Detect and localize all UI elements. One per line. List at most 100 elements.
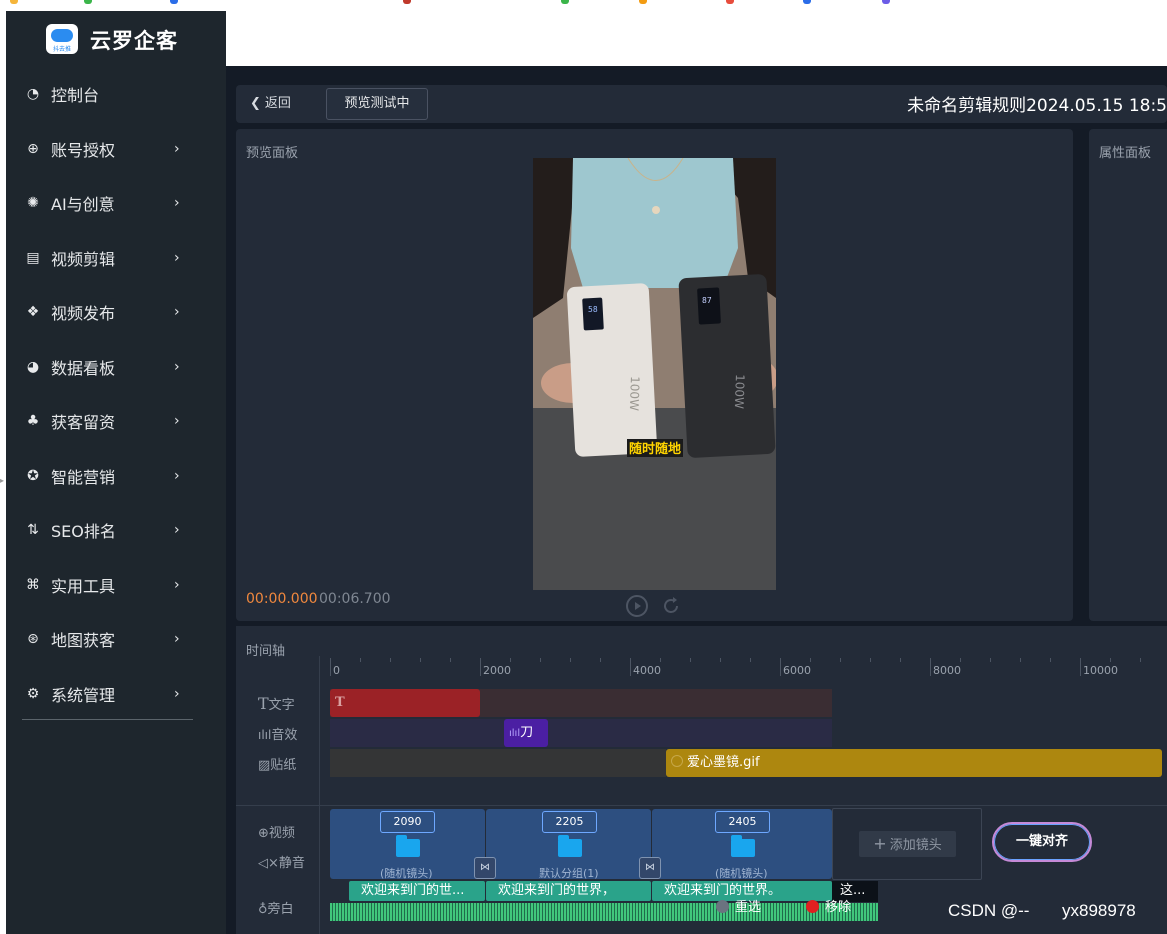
plus-icon: + — [873, 834, 887, 853]
chevron-right-icon: › — [174, 522, 180, 539]
replay-icon[interactable] — [660, 595, 682, 617]
clip-id-badge: 2090 — [380, 811, 435, 833]
bookmark-icon[interactable] — [882, 0, 890, 4]
audio-bars-icon: ılıl — [258, 728, 272, 742]
narration-waveform[interactable] — [330, 903, 878, 921]
sticker-segment-label: 爱心墨镜.gif — [687, 755, 760, 770]
app-root: ▸ 抖去推 云罗企客 ◔ 控制台 ⊕ 账号授权 › ✺ AI与创意 › ▤ 视频剪辑 › ❖ 视频发布 ›… — [0, 0, 1167, 934]
chevron-right-icon: › — [174, 249, 180, 266]
sidebar-item-9[interactable]: ⌘ 实用工具 › — [6, 558, 226, 613]
video-clip[interactable]: 2405 (随机镜头) — [652, 809, 832, 880]
ruler-label: 2000 — [483, 664, 511, 677]
sidebar-item-4[interactable]: ❖ 视频发布 › — [6, 285, 226, 340]
text-segment[interactable]: T — [330, 689, 480, 717]
preview-panel: 预览面板 58 87 100W 100W 随时随地 00:00.000 00:0… — [236, 129, 1073, 621]
ruler-major-tick — [480, 658, 481, 676]
transition-icon[interactable]: ⋈ — [474, 857, 496, 879]
sidebar-item-1[interactable]: ⊕ 账号授权 › — [6, 122, 226, 177]
clip-id-badge: 2205 — [542, 811, 597, 833]
folder-icon — [558, 835, 582, 857]
chevron-right-icon: › — [174, 685, 180, 702]
bookmark-icon[interactable] — [726, 0, 734, 4]
sticker-segment[interactable]: 爱心墨镜.gif — [666, 749, 1162, 777]
ruler-minor-tick — [900, 658, 901, 662]
sidebar-item-7[interactable]: ✪ 智能营销 › — [6, 449, 226, 504]
bookmark-icon[interactable] — [639, 0, 647, 4]
track-label-narration: ♁旁白 — [258, 902, 294, 917]
reselect-button[interactable]: 重选 — [716, 896, 761, 915]
narration-segment[interactable]: 欢迎来到门的世界， — [486, 881, 651, 901]
logo-sub-text: 抖去推 — [52, 46, 71, 53]
sidebar-item-2[interactable]: ✺ AI与创意 › — [6, 176, 226, 231]
chevron-right-icon: › — [174, 467, 180, 484]
audio-bars-icon: ılıl — [509, 728, 521, 739]
chevron-right-icon: › — [174, 631, 180, 648]
dashboard-icon: ◔ — [26, 86, 40, 103]
mute-toggle[interactable]: ◁×静音 — [258, 852, 305, 871]
sidebar: 抖去推 云罗企客 ◔ 控制台 ⊕ 账号授权 › ✺ AI与创意 › ▤ 视频剪辑 › ❖ 视频发布 › ◕ 数… — [6, 11, 226, 934]
sidebar-item-10[interactable]: ⊛ 地图获客 › — [6, 612, 226, 667]
bookmark-icon[interactable] — [10, 0, 18, 4]
ruler-minor-tick — [810, 658, 811, 662]
ruler-minor-tick — [660, 658, 661, 662]
sidebar-item-6[interactable]: ♣ 获客留资 › — [6, 394, 226, 449]
track-label-video: ⊕视频 — [258, 826, 295, 841]
narration-segment[interactable]: 欢迎来到门的世... — [349, 881, 485, 901]
sidebar-item-5[interactable]: ◕ 数据看板 › — [6, 340, 226, 395]
audio-segment-label: 刀 — [520, 725, 534, 740]
rule-title[interactable]: 未命名剪辑规则2024.05.15 18:5 — [907, 91, 1167, 116]
pie-chart-icon: ◕ — [26, 358, 40, 375]
sidebar-item-label: 智能营销 — [51, 467, 116, 487]
collapse-marker[interactable]: ▸ — [0, 476, 4, 485]
chevron-right-icon: › — [174, 195, 180, 212]
total-time: 00:06.700 — [319, 591, 391, 607]
remove-button[interactable]: 移除 — [806, 896, 851, 915]
add-clip-button[interactable]: + 添加镜头 — [859, 831, 956, 857]
chevron-right-icon: › — [174, 358, 180, 375]
editor-main: ❮ 返回 预览测试中 未命名剪辑规则2024.05.15 18:5 预览面板 5… — [226, 66, 1167, 934]
sidebar-item-8[interactable]: ⇅ SEO排名 › — [6, 503, 226, 558]
brand[interactable]: 抖去推 云罗企客 — [6, 11, 226, 67]
bookmark-icon[interactable] — [403, 0, 411, 4]
editor-toolbar: ❮ 返回 预览测试中 未命名剪辑规则2024.05.15 18:5 — [236, 85, 1167, 123]
clip-label: (随机镜头) — [715, 867, 768, 880]
ruler-minor-tick — [870, 658, 871, 662]
ruler-minor-tick — [840, 658, 841, 662]
image-icon: ▨ — [258, 758, 271, 773]
ruler-major-tick — [780, 658, 781, 676]
sidebar-nav: ◔ 控制台 ⊕ 账号授权 › ✺ AI与创意 › ▤ 视频剪辑 › ❖ 视频发布 › ◕ 数据看板 › ♣ 获客留资… — [6, 67, 226, 721]
bookmark-icon[interactable] — [561, 0, 569, 4]
play-icon[interactable] — [626, 595, 648, 617]
sidebar-item-3[interactable]: ▤ 视频剪辑 › — [6, 231, 226, 286]
bookmark-bar — [0, 0, 1167, 11]
sidebar-item-label: 视频剪辑 — [51, 249, 116, 269]
audio-track[interactable] — [330, 719, 832, 747]
auto-align-button[interactable]: 一键对齐 — [992, 822, 1092, 862]
add-clip-area: + 添加镜头 — [832, 808, 982, 880]
bookmark-icon[interactable] — [84, 0, 92, 4]
bookmark-icon[interactable] — [803, 0, 811, 4]
refresh-icon — [716, 900, 729, 913]
video-clip[interactable]: 2090 (随机镜头) — [330, 809, 485, 880]
back-button[interactable]: ❮ 返回 — [250, 93, 291, 115]
audio-segment[interactable]: ılıl刀 — [504, 719, 548, 747]
map-icon: ⊛ — [27, 631, 39, 648]
transition-icon[interactable]: ⋈ — [639, 857, 661, 879]
ruler-minor-tick — [1110, 658, 1111, 662]
bookmark-icon[interactable] — [170, 0, 178, 4]
sidebar-item-label: AI与创意 — [51, 195, 115, 215]
timeline-label: 时间轴 — [246, 644, 286, 659]
track-label-sticker: ▨贴纸 — [258, 758, 297, 773]
crosshair-icon: ⊕ — [27, 140, 39, 157]
sidebar-item-11[interactable]: ⚙ 系统管理 › — [6, 667, 226, 722]
gear-icon: ⚙ — [26, 685, 40, 702]
sticker-track[interactable] — [330, 749, 666, 777]
preview-test-button[interactable]: 预览测试中 — [326, 88, 428, 120]
video-preview[interactable]: 58 87 100W 100W 随时随地 — [533, 158, 776, 590]
video-frame-image: 58 87 100W 100W 随时随地 — [533, 158, 776, 590]
video-clip[interactable]: 2205 默认分组(1) — [486, 809, 651, 880]
ruler-label: 0 — [333, 664, 340, 677]
chevron-right-icon: › — [174, 576, 180, 593]
cluster-icon: ❖ — [26, 304, 40, 321]
sidebar-item-0[interactable]: ◔ 控制台 — [6, 67, 226, 122]
